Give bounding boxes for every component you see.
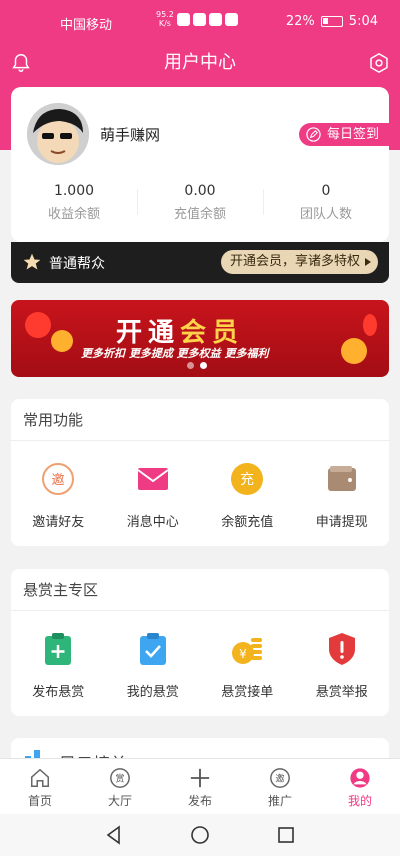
battery-percent: 22%: [285, 14, 315, 29]
svg-text:¥: ¥: [239, 647, 247, 661]
system-nav-bar: [0, 814, 400, 856]
profile-icon: [350, 768, 370, 788]
promote-icon: 邀: [270, 768, 290, 788]
notification-icons: [177, 13, 238, 26]
banner-headline: 开通会员: [116, 318, 245, 348]
star-icon: [23, 253, 41, 270]
vip-banner[interactable]: 开通会员 更多折扣 更多提成 更多权益 更多福利: [11, 300, 389, 377]
recharge-button[interactable]: 充 余额充值: [200, 459, 295, 530]
home-nav-icon[interactable]: [190, 825, 210, 845]
shield-alert-icon: [328, 633, 355, 665]
stat-team-size[interactable]: 0 团队人数: [263, 183, 389, 222]
invite-icon: 邀: [42, 463, 75, 495]
plus-icon: [190, 768, 210, 788]
carrier-name: 中国移动: [60, 18, 113, 33]
username: 萌手赚网: [100, 126, 161, 144]
post-reward-button[interactable]: 发布悬赏: [11, 629, 106, 700]
network-speed: 95.2 K/s: [156, 10, 174, 28]
tab-hall[interactable]: 赏 大厅: [80, 759, 160, 814]
clipboard-plus-icon: [45, 633, 72, 665]
play-arrow-icon: [365, 258, 371, 266]
home-icon: [31, 768, 49, 787]
accept-reward-button[interactable]: ¥ 悬赏接单: [200, 629, 295, 700]
stat-income-balance[interactable]: 1.000 收益余额: [11, 183, 137, 222]
status-bar: 中国移动 95.2 K/s 22% 5:04: [0, 0, 400, 44]
stat-recharge-balance[interactable]: 0.00 充值余额: [137, 183, 263, 222]
mail-icon: [137, 468, 169, 490]
back-icon[interactable]: [104, 825, 124, 845]
tab-home[interactable]: 首页: [0, 759, 80, 814]
common-functions-section: 常用功能 邀 邀请好友 消息中心 充 余额充值 申请提现: [11, 399, 389, 546]
reward-zone-section: 悬赏主专区 发布悬赏 我的悬赏 ¥ 悬赏接单 悬赏举报: [11, 569, 389, 716]
lantern-decoration: [25, 312, 51, 338]
carousel-indicator: [187, 362, 207, 369]
svg-text:赏: 赏: [115, 773, 124, 785]
banner-tagline: 更多折扣 更多提成 更多权益 更多福利: [81, 347, 269, 360]
page-title: 用户中心: [164, 52, 236, 73]
user-stats: 1.000 收益余额 0.00 充值余额 0 团队人数: [11, 183, 389, 222]
svg-text:邀: 邀: [52, 473, 65, 488]
report-reward-button[interactable]: 悬赏举报: [295, 629, 390, 700]
clock: 5:04: [348, 14, 378, 29]
wallet-icon: [327, 466, 356, 491]
tab-publish[interactable]: 发布: [160, 759, 240, 814]
invite-friends-button[interactable]: 邀 邀请好友: [11, 459, 106, 530]
settings-icon[interactable]: [368, 52, 390, 74]
section-title: 常用功能: [11, 399, 389, 441]
open-vip-button[interactable]: 开通会员，享诸多特权: [220, 250, 378, 274]
avatar[interactable]: [27, 103, 89, 165]
lantern-decoration: [363, 314, 377, 336]
gift-decoration: [51, 330, 73, 352]
gold-pot-decoration: [341, 338, 367, 364]
withdraw-button[interactable]: 申请提现: [295, 459, 390, 530]
message-center-button[interactable]: 消息中心: [106, 459, 201, 530]
recents-icon[interactable]: [276, 825, 296, 845]
coins-icon: ¥: [232, 638, 263, 664]
user-card: 萌手赚网 每日签到 1.000 收益余额 0.00 充值余额 0 团队人数: [11, 87, 389, 242]
clipboard-check-icon: [139, 633, 166, 665]
my-rewards-button[interactable]: 我的悬赏: [106, 629, 201, 700]
svg-text:充: 充: [240, 472, 254, 488]
daily-signin-button[interactable]: 每日签到: [298, 123, 389, 146]
section-title: 悬赏主专区: [11, 569, 389, 611]
recharge-icon: 充: [231, 463, 264, 495]
membership-bar: 普通帮众 开通会员，享诸多特权: [11, 242, 389, 283]
tab-mine[interactable]: 我的: [320, 759, 400, 814]
edit-icon: [306, 127, 321, 142]
svg-text:邀: 邀: [275, 773, 284, 785]
bottom-tab-bar: 首页 赏 大厅 发布 邀 推广 我的: [0, 758, 400, 814]
battery-icon: [320, 16, 343, 27]
hall-icon: 赏: [110, 768, 130, 788]
member-level: 普通帮众: [49, 256, 105, 272]
tab-promote[interactable]: 邀 推广: [240, 759, 320, 814]
